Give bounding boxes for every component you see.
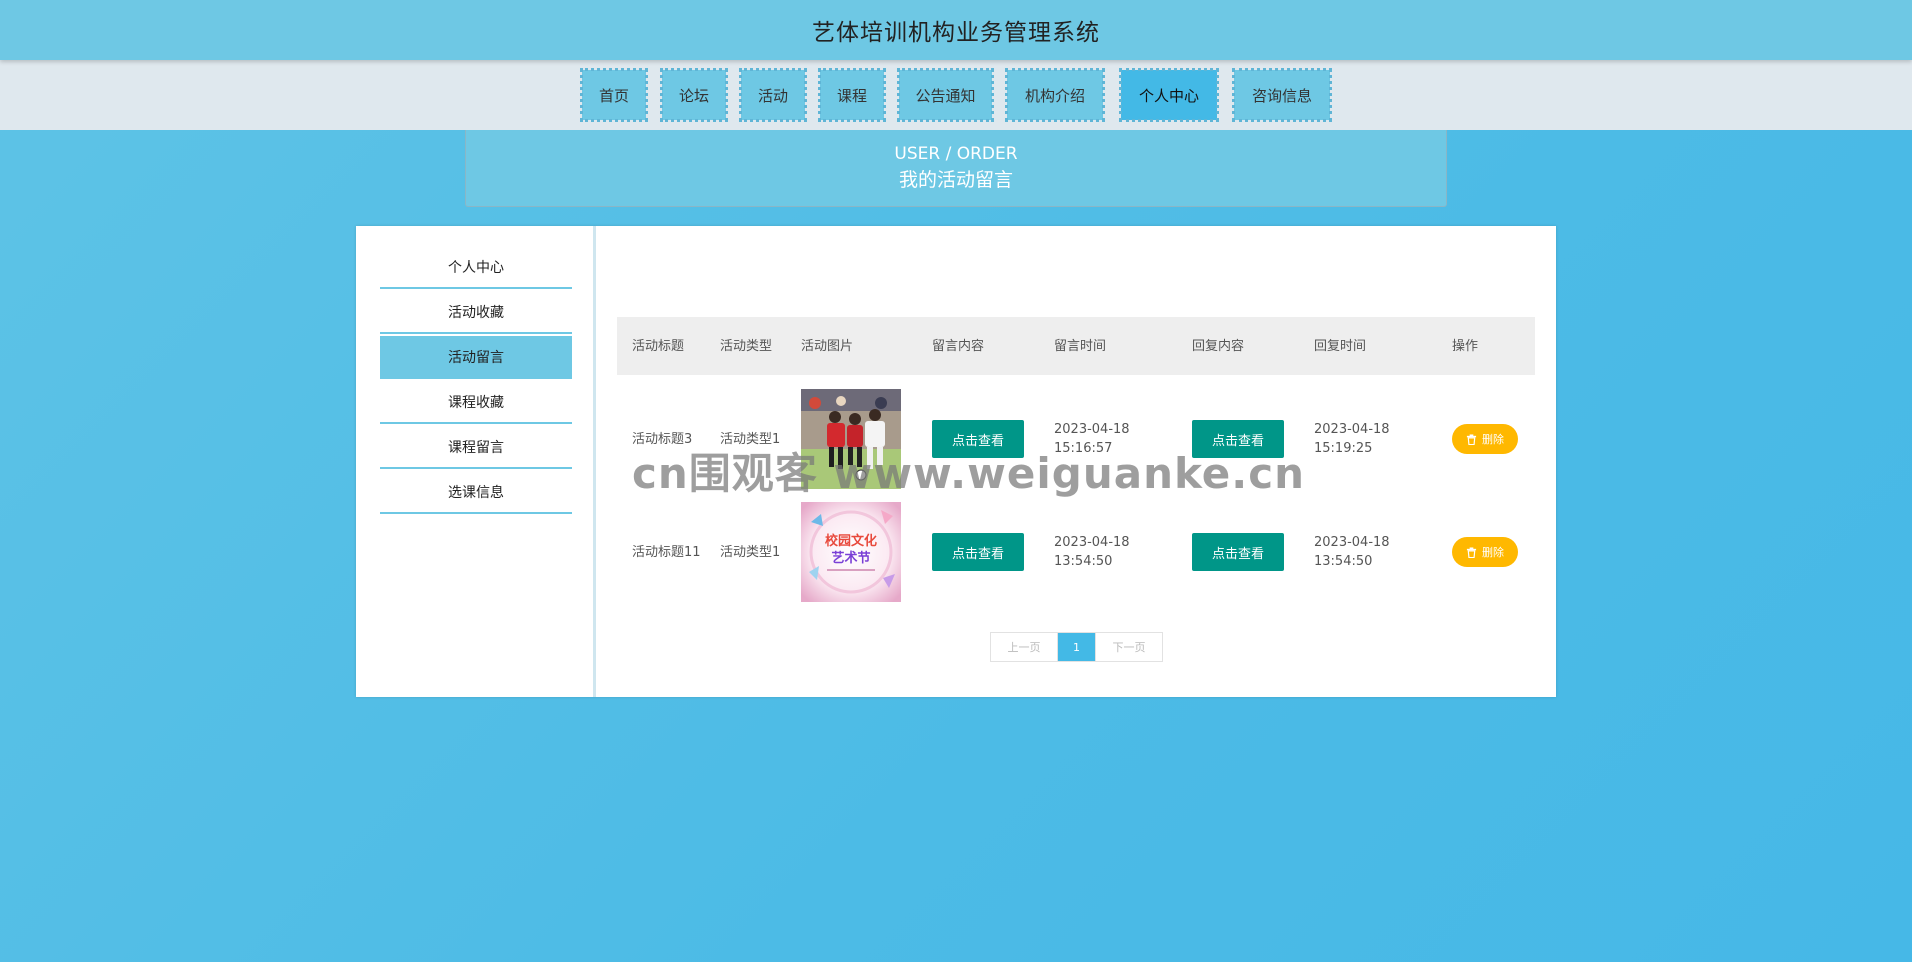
nav-item-forum[interactable]: 论坛 — [660, 68, 728, 122]
nav-item-course[interactable]: 课程 — [818, 68, 886, 122]
campus-art-festival-poster[interactable]: 校园文化 艺术节 — [801, 502, 901, 602]
delete-button[interactable]: 删除 — [1452, 537, 1518, 567]
nav-item-user-center[interactable]: 个人中心 — [1119, 68, 1219, 122]
cell-type: 活动类型1 — [720, 544, 781, 560]
sidebar: 个人中心 活动收藏 活动留言 课程收藏 课程留言 选课信息 — [356, 226, 596, 697]
col-header-image: 活动图片 — [801, 338, 854, 354]
sidebar-item-activity-messages[interactable]: 活动留言 — [380, 336, 572, 379]
sidebar-item-course-favorites[interactable]: 课程收藏 — [380, 381, 572, 424]
watermark-text: cn围观客 www.weiguanke.cn — [632, 449, 1306, 498]
cell-reply-time: 2023-04-18 15:19:25 — [1314, 422, 1390, 456]
col-header-reply: 回复内容 — [1192, 338, 1245, 354]
pagination: 上一页 1 下一页 — [990, 632, 1163, 662]
cell-content: 点击查看 — [917, 493, 1039, 611]
nav-item-consult[interactable]: 咨询信息 — [1232, 68, 1332, 122]
col-header-content: 留言内容 — [932, 338, 985, 354]
cell-image: 校园文化 艺术节 — [786, 493, 917, 611]
table-header-row: 活动标题 活动类型 活动图片 留言内容 留言时间 回复内容 回复时间 操作 — [617, 317, 1535, 375]
delete-button[interactable]: 删除 — [1452, 424, 1518, 454]
cell-actions: 删除 — [1437, 375, 1535, 493]
poster-line-2: 艺术节 — [831, 550, 870, 566]
col-header-message-time: 留言时间 — [1054, 338, 1107, 354]
cell-reply: 点击查看 — [1177, 493, 1299, 611]
sidebar-item-user-center[interactable]: 个人中心 — [380, 246, 572, 289]
delete-label: 删除 — [1482, 433, 1504, 446]
trash-icon — [1466, 546, 1477, 558]
col-header-title: 活动标题 — [632, 338, 685, 354]
cell-actions: 删除 — [1437, 493, 1535, 611]
page-banner: USER / ORDER 我的活动留言 — [465, 130, 1447, 207]
col-header-reply-time: 回复时间 — [1314, 338, 1367, 354]
col-header-type: 活动类型 — [720, 338, 773, 354]
cell-message-time: 2023-04-18 13:54:50 — [1054, 535, 1130, 569]
prev-page-button[interactable]: 上一页 — [991, 633, 1058, 661]
site-title: 艺体培训机构业务管理系统 — [812, 20, 1100, 46]
page-number-current[interactable]: 1 — [1058, 633, 1095, 661]
top-header: 艺体培训机构业务管理系统 — [0, 0, 1912, 60]
poster-line-1: 校园文化 — [825, 533, 877, 549]
sidebar-item-course-messages[interactable]: 课程留言 — [380, 426, 572, 469]
cell-reply-time: 2023-04-18 13:54:50 — [1314, 535, 1390, 569]
col-header-actions: 操作 — [1452, 338, 1479, 354]
page-title: 我的活动留言 — [898, 169, 1013, 191]
nav-item-about[interactable]: 机构介绍 — [1005, 68, 1105, 122]
banner-subtitle: USER / ORDER — [894, 144, 1018, 164]
sidebar-item-enrollment[interactable]: 选课信息 — [380, 471, 572, 514]
trash-icon — [1466, 433, 1477, 445]
main-nav: 首页 论坛 活动 课程 公告通知 机构介绍 个人中心 咨询信息 — [0, 60, 1912, 130]
view-message-button[interactable]: 点击查看 — [932, 533, 1024, 571]
nav-item-activity[interactable]: 活动 — [739, 68, 807, 122]
sidebar-item-activity-favorites[interactable]: 活动收藏 — [380, 291, 572, 334]
nav-item-home[interactable]: 首页 — [580, 68, 648, 122]
delete-label: 删除 — [1482, 546, 1504, 559]
cell-title: 活动标题11 — [632, 544, 701, 560]
view-reply-button[interactable]: 点击查看 — [1192, 533, 1284, 571]
next-page-button[interactable]: 下一页 — [1095, 633, 1162, 661]
nav-item-notice[interactable]: 公告通知 — [897, 68, 994, 122]
table-row: 活动标题11 活动类型1 校园文化 艺术节 点击查看 2023-04-18 13… — [617, 493, 1535, 611]
